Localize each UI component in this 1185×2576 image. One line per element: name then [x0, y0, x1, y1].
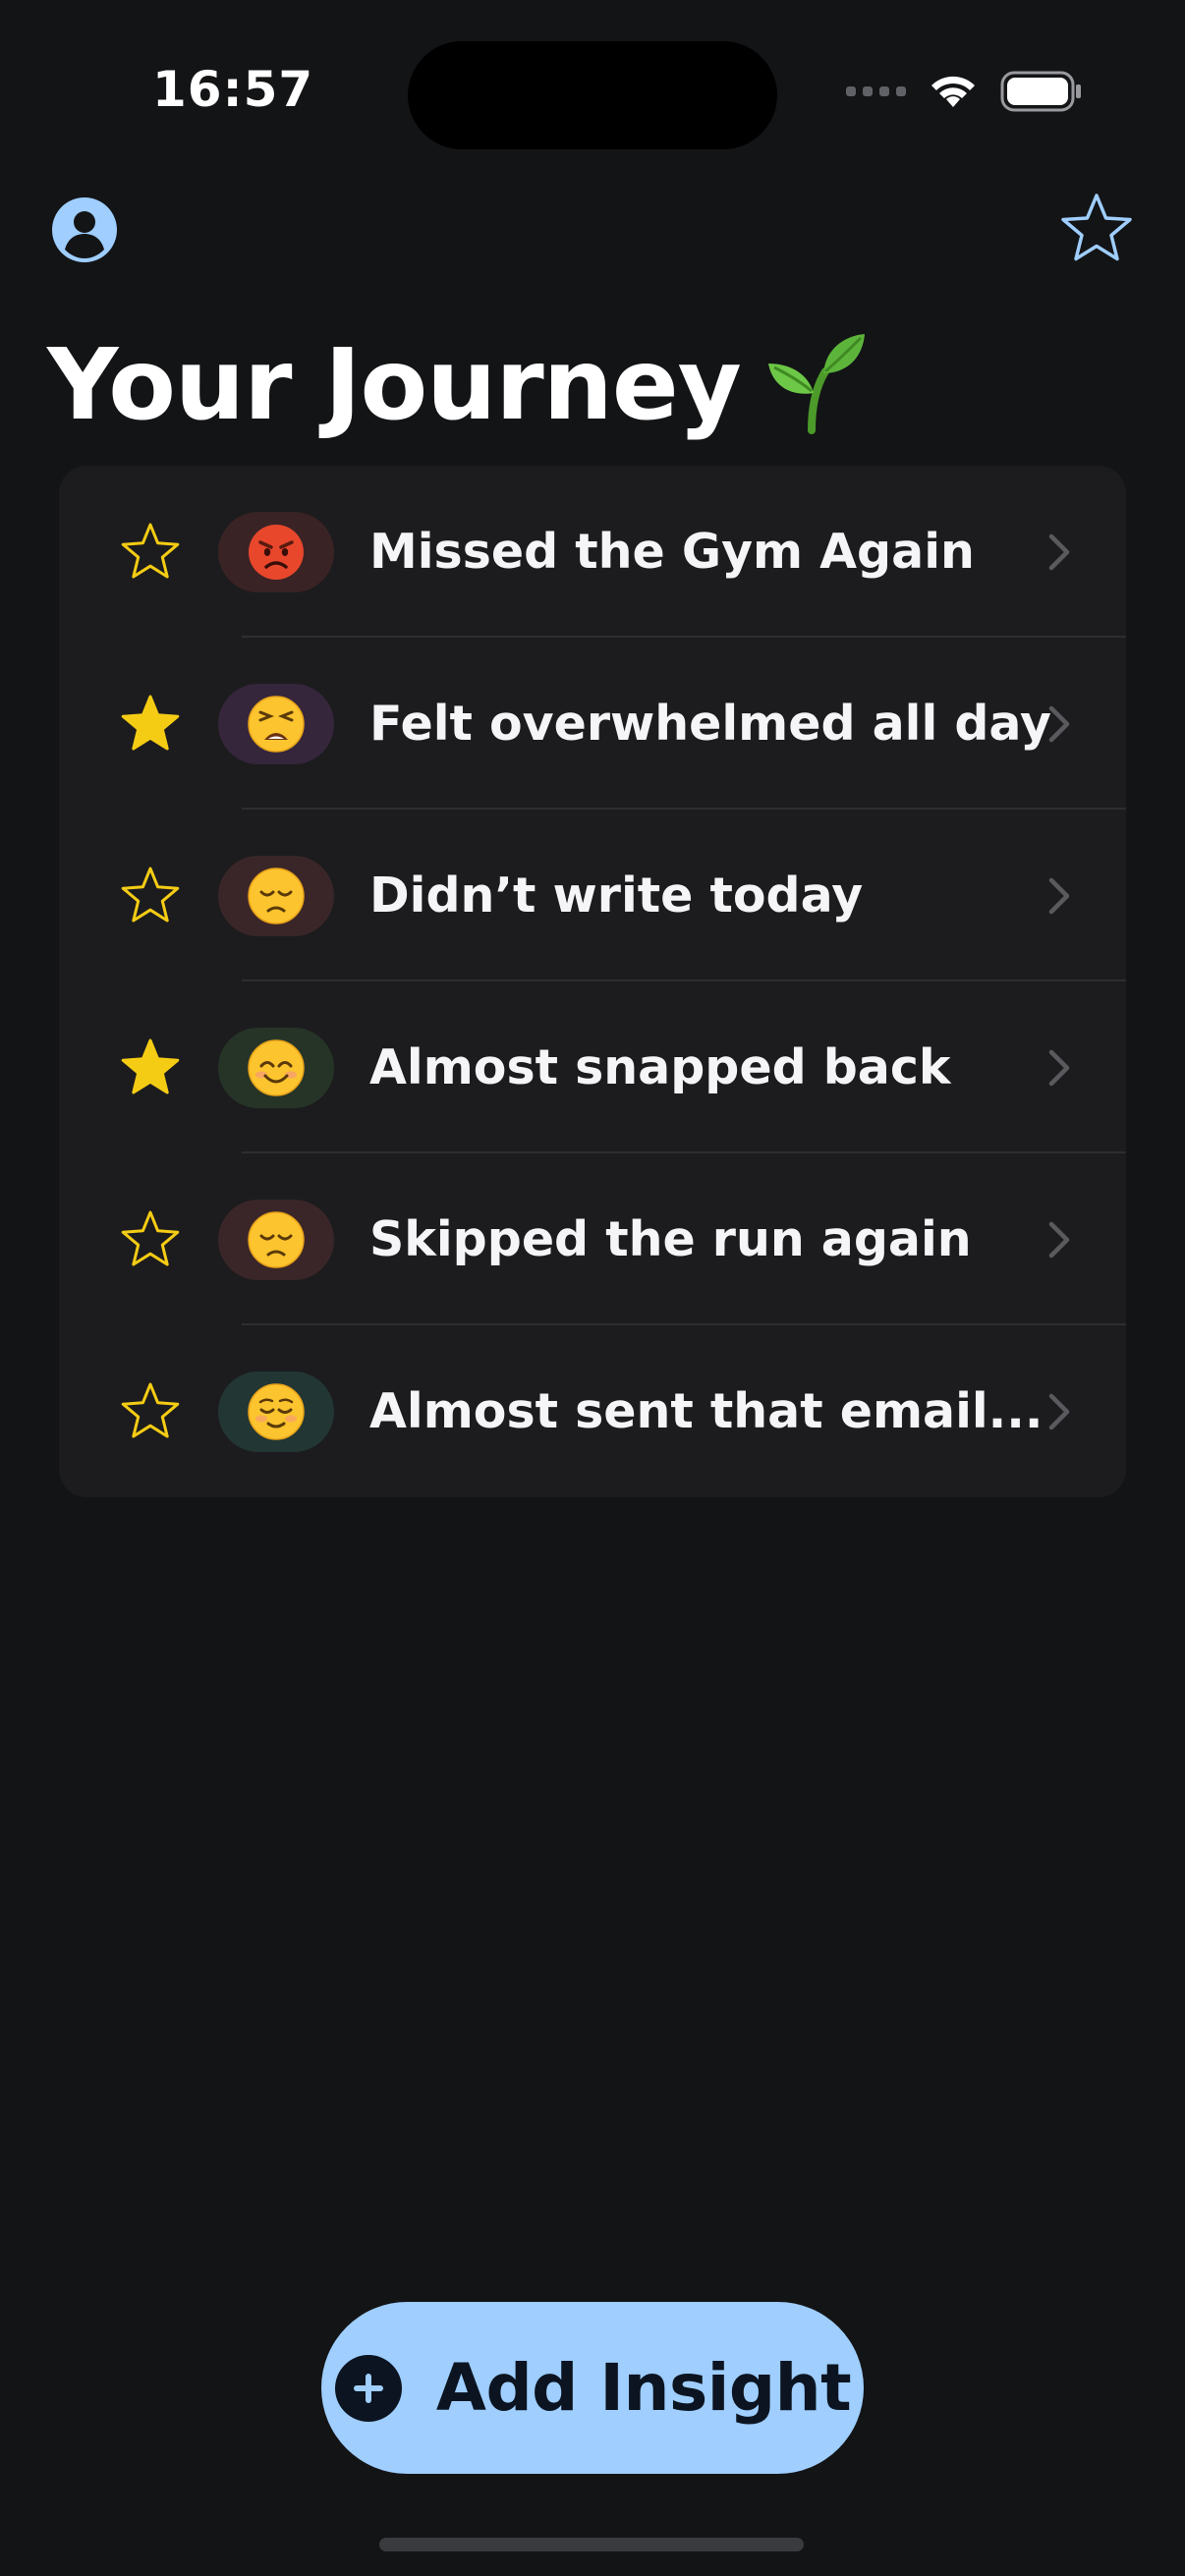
angry-face-emoji-icon — [249, 525, 304, 580]
star-outline-icon[interactable] — [120, 1380, 181, 1441]
journey-entry-row[interactable]: Felt overwhelmed all day — [59, 638, 1126, 810]
page-title-text: Your Journey — [47, 327, 742, 442]
journey-list: Missed the Gym Again Felt overwhelmed all… — [59, 466, 1126, 1497]
weary-face-emoji-icon — [248, 696, 305, 753]
plus-circle-icon — [334, 2354, 402, 2422]
star-outline-icon[interactable] — [120, 521, 181, 582]
journey-entry-row[interactable]: Almost snapped back — [59, 981, 1126, 1153]
status-icons — [846, 71, 1083, 112]
chevron-right-icon — [1048, 1221, 1070, 1259]
wifi-icon — [931, 76, 975, 107]
relieved-face-emoji-icon — [248, 1383, 305, 1440]
mood-badge — [218, 1200, 334, 1280]
mood-badge — [218, 684, 334, 764]
disappointed-face-emoji-icon — [248, 868, 305, 924]
favorites-star-icon[interactable] — [1059, 192, 1134, 266]
dynamic-island — [408, 41, 777, 149]
mood-badge — [218, 512, 334, 592]
journey-entry-row[interactable]: Almost sent that email... — [59, 1325, 1126, 1497]
home-indicator[interactable] — [379, 2538, 804, 2551]
entry-title: Almost sent that email... — [369, 1383, 1044, 1439]
star-outline-icon[interactable] — [120, 1208, 181, 1269]
profile-icon[interactable] — [51, 196, 118, 263]
journey-entry-row[interactable]: Skipped the run again — [59, 1153, 1126, 1325]
mood-badge — [218, 1028, 334, 1108]
entry-title: Felt overwhelmed all day — [369, 696, 1051, 752]
disappointed-face-emoji-icon — [248, 1211, 305, 1268]
add-insight-label: Add Insight — [435, 2350, 852, 2426]
entry-title: Didn’t write today — [369, 868, 864, 924]
status-time: 16:57 — [152, 61, 314, 118]
chevron-right-icon — [1048, 877, 1070, 915]
entry-title: Missed the Gym Again — [369, 524, 975, 580]
mood-badge — [218, 1372, 334, 1452]
smiling-face-emoji-icon — [248, 1039, 305, 1096]
mood-badge — [218, 856, 334, 936]
chevron-right-icon — [1048, 705, 1070, 743]
chevron-right-icon — [1048, 1049, 1070, 1087]
star-filled-icon[interactable] — [120, 693, 181, 754]
journey-entry-row[interactable]: Didn’t write today — [59, 810, 1126, 981]
add-insight-button[interactable]: Add Insight — [321, 2302, 864, 2474]
sprout-emoji-icon — [767, 334, 865, 434]
entry-title: Skipped the run again — [369, 1211, 972, 1267]
chevron-right-icon — [1048, 1393, 1070, 1430]
entry-title: Almost snapped back — [369, 1039, 951, 1095]
cellular-signal-icon — [846, 86, 906, 96]
star-filled-icon[interactable] — [120, 1036, 181, 1097]
page-title: Your Journey — [47, 326, 869, 444]
chevron-right-icon — [1048, 533, 1070, 571]
journey-entry-row[interactable]: Missed the Gym Again — [59, 466, 1126, 638]
battery-icon — [1000, 71, 1081, 112]
star-outline-icon[interactable] — [120, 865, 181, 925]
